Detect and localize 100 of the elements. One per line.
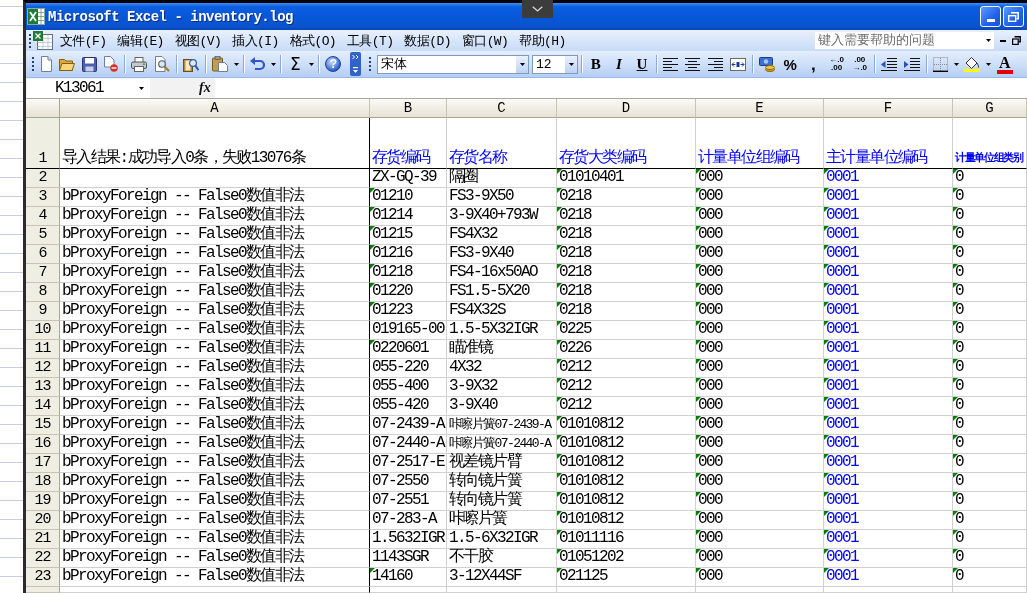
increase-decimal-button[interactable]: ←.0 .00	[828, 55, 845, 73]
row-header[interactable]: 20	[26, 511, 60, 530]
comma-button[interactable]: ,	[805, 55, 822, 73]
table-cell: 0	[955, 359, 963, 376]
column-header[interactable]: F	[824, 99, 953, 118]
open-folder-icon[interactable]	[58, 57, 75, 71]
new-document-icon[interactable]	[40, 56, 52, 72]
merge-center-icon[interactable]	[729, 57, 746, 71]
menu-item[interactable]: 编辑(E)	[115, 30, 166, 51]
row-header[interactable]: 13	[26, 378, 60, 397]
menu-item[interactable]: 格式(O)	[287, 30, 339, 51]
increase-indent-icon[interactable]	[904, 57, 921, 71]
table-cell: 055-420	[372, 397, 428, 414]
insert-function-button[interactable]: fx	[199, 80, 211, 96]
caret-icon[interactable]	[233, 62, 239, 66]
book-magnifier-icon[interactable]	[182, 56, 199, 72]
column-header[interactable]: A	[60, 99, 370, 118]
name-box[interactable]: K13061	[27, 78, 150, 98]
help-search-field[interactable]: 键入需要帮助的问题	[815, 32, 983, 49]
row-header[interactable]: 7	[26, 264, 60, 283]
sum-button[interactable]: Σ	[287, 55, 304, 73]
font-name-dropdown[interactable]: 宋体	[377, 54, 530, 74]
table-cell: 0001	[826, 302, 858, 319]
align-right-icon[interactable]	[707, 57, 723, 71]
menu-item[interactable]: 帮助(H)	[517, 30, 568, 51]
caret-icon[interactable]	[953, 62, 959, 66]
formula-input-field[interactable]	[214, 78, 1027, 98]
row-header[interactable]: 12	[26, 359, 60, 378]
undo-icon[interactable]	[250, 57, 266, 71]
align-left-icon[interactable]	[663, 57, 679, 71]
menu-item[interactable]: 窗口(W)	[459, 30, 511, 51]
column-header[interactable]: D	[557, 99, 696, 118]
menu-item[interactable]: 文件(F)	[58, 30, 109, 51]
row-header[interactable]: 15	[26, 416, 60, 435]
table-cell: 0	[955, 188, 963, 205]
row-header[interactable]: 2	[26, 169, 60, 188]
font-color-button[interactable]: A	[996, 54, 1013, 74]
table-cell: 0	[955, 435, 963, 452]
column-header[interactable]: B	[370, 99, 447, 118]
row-header[interactable]: 10	[26, 321, 60, 340]
toolbar-options-icon[interactable]	[350, 52, 362, 76]
column-header[interactable]: E	[696, 99, 824, 118]
paint-bucket-icon[interactable]	[964, 56, 981, 72]
printer-icon[interactable]	[131, 56, 148, 72]
minimize-icon[interactable]	[1000, 39, 1006, 42]
paste-icon[interactable]	[211, 56, 228, 72]
column-header[interactable]: C	[447, 99, 557, 118]
row-header[interactable]: 21	[26, 530, 60, 549]
align-center-icon[interactable]	[685, 57, 701, 71]
table-cell: 转向镜片簧	[449, 473, 521, 490]
gripper-icon[interactable]	[369, 57, 372, 71]
table-cell: bProxyForeign -- False0数值非法	[62, 454, 304, 471]
decrease-decimal-button[interactable]: .00 →.0	[851, 55, 868, 73]
table-cell: 000	[698, 321, 722, 338]
row-header[interactable]: 16	[26, 435, 60, 454]
row-header[interactable]: 14	[26, 397, 60, 416]
bold-button[interactable]: B	[587, 55, 604, 73]
row-header[interactable]: 9	[26, 302, 60, 321]
row-header[interactable]: 6	[26, 245, 60, 264]
caret-icon[interactable]	[308, 62, 314, 66]
row-header[interactable]: 5	[26, 226, 60, 245]
menu-item[interactable]: 数据(D)	[402, 30, 453, 51]
workbook-icon[interactable]	[33, 31, 53, 50]
row-header[interactable]: 1	[26, 118, 60, 169]
decrease-indent-icon[interactable]	[880, 57, 897, 71]
currency-icon[interactable]	[758, 56, 775, 72]
table-cell: 0001	[826, 416, 858, 433]
table-cell: 0	[955, 568, 963, 585]
caret-icon[interactable]	[270, 62, 276, 66]
document-blocked-icon[interactable]	[104, 56, 119, 72]
percent-button[interactable]: %	[782, 55, 799, 73]
row-header[interactable]: 4	[26, 207, 60, 226]
menu-item[interactable]: 工具(T)	[345, 30, 396, 51]
row-header[interactable]: 18	[26, 473, 60, 492]
table-cell: 0212	[559, 397, 591, 414]
row-header[interactable]: 19	[26, 492, 60, 511]
menu-item[interactable]: 视图(V)	[172, 30, 224, 51]
table-cell: 0	[955, 473, 963, 490]
row-header[interactable]: 8	[26, 283, 60, 302]
collapse-tab[interactable]	[522, 0, 553, 18]
underline-button[interactable]: U	[634, 55, 651, 73]
italic-button[interactable]: I	[610, 55, 627, 73]
save-icon[interactable]	[81, 56, 97, 72]
minimize-button[interactable]	[980, 6, 1001, 27]
restore-icon[interactable]	[1012, 36, 1021, 45]
restore-button[interactable]	[1003, 6, 1024, 27]
table-cell: 01215	[372, 226, 412, 243]
borders-icon[interactable]	[933, 56, 949, 72]
font-size-dropdown[interactable]: 12	[532, 54, 579, 74]
row-header[interactable]: 23	[26, 568, 60, 587]
caret-icon[interactable]	[986, 62, 992, 66]
row-header[interactable]: 22	[26, 549, 60, 568]
row-header[interactable]: 3	[26, 188, 60, 207]
row-header[interactable]: 17	[26, 454, 60, 473]
chevron-down-icon	[532, 6, 543, 12]
column-header[interactable]: G	[953, 99, 1027, 118]
minimize-icon	[986, 19, 995, 22]
menu-item[interactable]: 插入(I)	[230, 30, 281, 51]
print-preview-icon[interactable]	[154, 56, 170, 72]
row-header[interactable]: 11	[26, 340, 60, 359]
